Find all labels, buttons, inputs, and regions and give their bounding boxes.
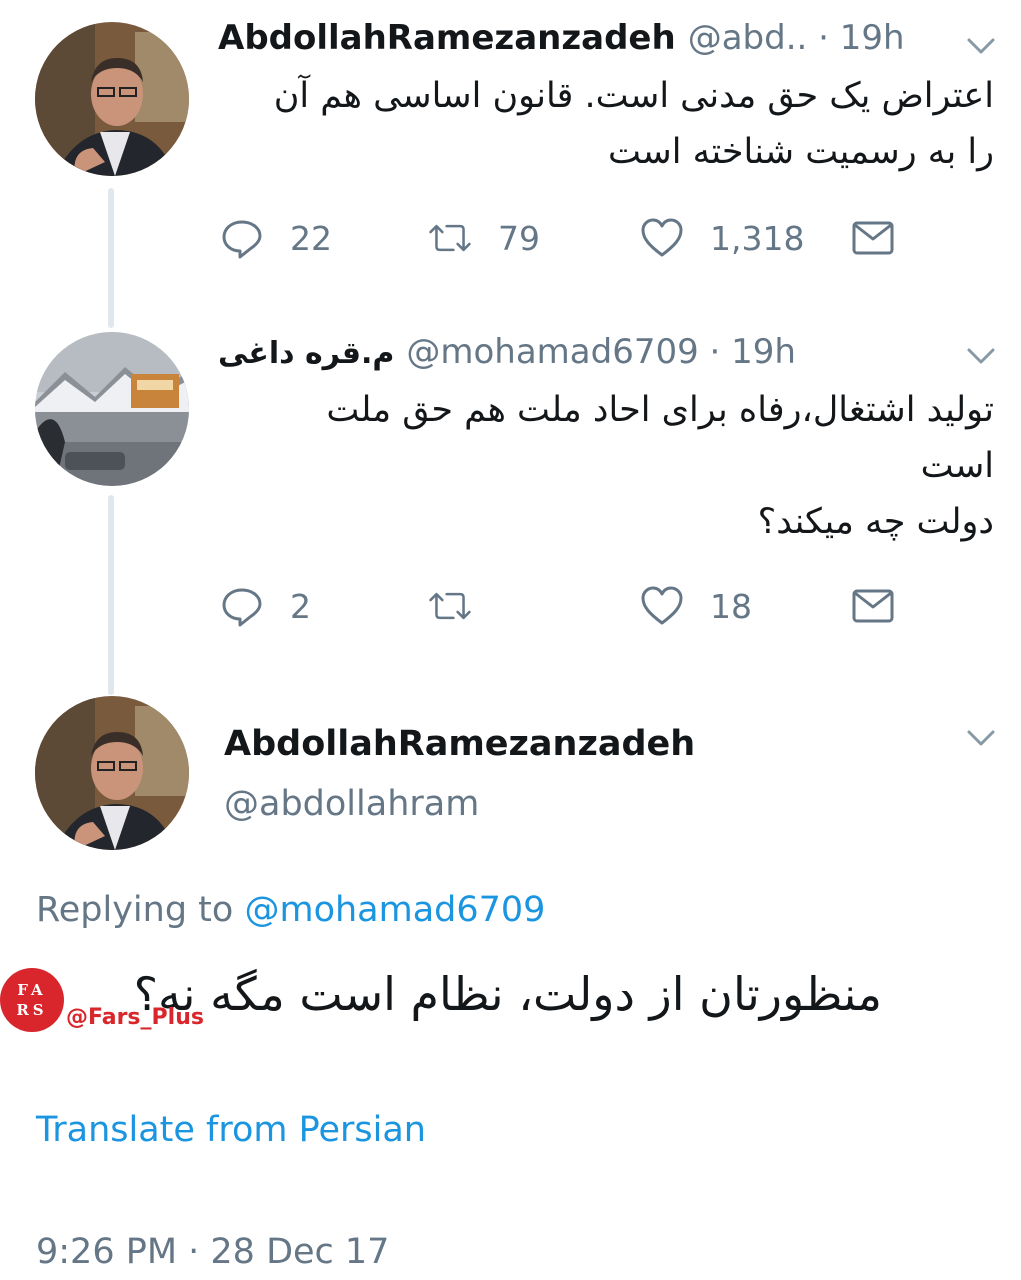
dm-button[interactable] <box>851 584 895 628</box>
retweet-icon <box>428 584 472 628</box>
watermark-handle: @Fars_Plus <box>66 1005 204 1030</box>
reply-icon <box>220 584 264 628</box>
author-name[interactable]: AbdollahRamezanzadeh <box>224 724 695 764</box>
retweet-icon <box>428 216 472 260</box>
thread-line <box>108 495 114 695</box>
translate-link[interactable]: Translate from Persian <box>36 1110 426 1150</box>
tweet-header: AbdollahRamezanzadeh @abd.. · 19h <box>218 18 905 58</box>
avatar[interactable] <box>35 332 189 486</box>
like-count: 18 <box>710 586 752 626</box>
reply-count: 2 <box>290 586 311 626</box>
replying-prefix: Replying to <box>36 890 234 930</box>
author-name[interactable]: م.قره داغی <box>218 336 394 371</box>
tweet-text-line: است <box>920 446 994 486</box>
replying-handle-link[interactable]: @mohamad6709 <box>244 890 545 930</box>
tweet-text-line: دولت چه میکند؟ <box>757 502 994 542</box>
like-count: 1,318 <box>710 218 805 258</box>
author-name[interactable]: AbdollahRamezanzadeh <box>218 18 676 58</box>
author-handle[interactable]: @abdollahram <box>224 784 479 824</box>
tweet-text-line: را به رسمیت شناخته است <box>608 132 994 172</box>
tweet-text: اعتراض یک حق مدنی است. قانون اساسی هم آن… <box>218 68 994 180</box>
author-handle-time[interactable]: @abd.. · 19h <box>688 18 905 58</box>
avatar[interactable] <box>35 696 189 850</box>
retweet-button[interactable]: 79 <box>428 216 540 260</box>
tweet-text: تولید اشتغال،رفاه برای احاد ملت هم حق مل… <box>218 382 994 550</box>
retweet-count: 79 <box>498 218 540 258</box>
envelope-icon <box>851 584 895 628</box>
envelope-icon <box>851 216 895 260</box>
thread-line <box>108 188 114 328</box>
dm-button[interactable] <box>851 216 895 260</box>
like-button[interactable]: 1,318 <box>640 216 804 260</box>
replying-to: Replying to @mohamad6709 <box>36 890 545 930</box>
retweet-button[interactable] <box>428 584 498 628</box>
reply-count: 22 <box>290 218 332 258</box>
watermark: FARS @Fars_Plus <box>0 968 204 1032</box>
fars-logo: FARS <box>0 968 64 1032</box>
heart-icon <box>640 584 684 628</box>
tweet-header: م.قره داغی @mohamad6709 · 19h <box>218 332 796 372</box>
chevron-down-icon[interactable] <box>966 728 996 748</box>
reply-button[interactable]: 2 <box>220 584 311 628</box>
chevron-down-icon[interactable] <box>966 36 996 56</box>
heart-icon <box>640 216 684 260</box>
tweet-text-line: تولید اشتغال،رفاه برای احاد ملت هم حق مل… <box>326 390 994 430</box>
timestamp[interactable]: 9:26 PM · 28 Dec 17 <box>36 1232 389 1272</box>
fars-logo-text: FARS <box>16 981 48 1019</box>
reply-icon <box>220 216 264 260</box>
tweet-text-line: اعتراض یک حق مدنی است. قانون اساسی هم آن <box>273 76 994 116</box>
like-button[interactable]: 18 <box>640 584 752 628</box>
reply-button[interactable]: 22 <box>220 216 332 260</box>
author-handle-time[interactable]: @mohamad6709 · 19h <box>406 332 796 372</box>
chevron-down-icon[interactable] <box>966 346 996 366</box>
avatar[interactable] <box>35 22 189 176</box>
